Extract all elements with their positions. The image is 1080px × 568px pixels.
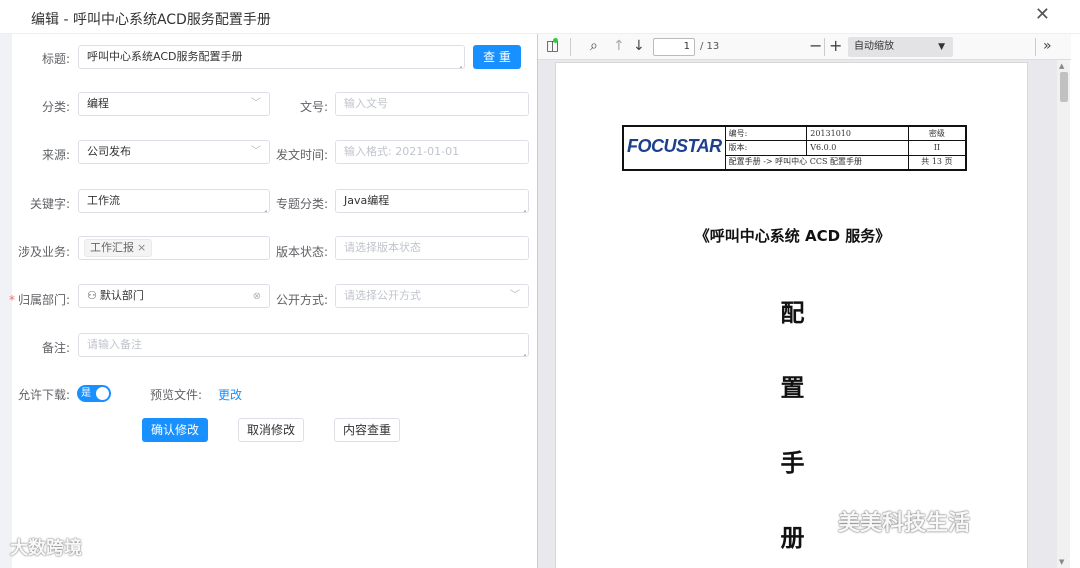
resize-handle-icon[interactable] [520,349,527,356]
publish-time-label: 发文时间: [275,148,328,162]
cancel-button[interactable]: 取消修改 [238,418,304,442]
scroll-up-icon[interactable]: ▲ [1059,62,1064,70]
title-input-value: 呼叫中心系统ACD服务配置手册 [87,50,243,63]
keywords-input[interactable]: 工作流 [78,189,270,213]
publish-time-placeholder: 输入格式: 2021-01-01 [344,145,460,158]
vertical-title-char: 手 [780,448,805,477]
visibility-label: 公开方式: [275,293,328,307]
header-cell: 编号: [724,125,808,142]
confirm-button[interactable]: 确认修改 [142,418,208,442]
tag-close-icon[interactable]: × [137,241,146,254]
watermark-right: 美美科技生活 [838,511,971,536]
version-status-label: 版本状态: [275,245,328,259]
category-value: 编程 [87,97,109,110]
vertical-title-char: 置 [780,373,805,402]
business-tag: 工作汇报 × [84,239,153,257]
version-status-placeholder: 请选择版本状态 [344,241,421,254]
toolbar-separator [570,38,571,56]
category-label: 分类: [41,100,70,114]
pdf-canvas[interactable]: FOCUSTAR 编号: 20131010 密级 版本: V6.0.0 II 配… [538,60,1058,568]
pdf-scrollbar[interactable]: ▲ ▼ [1057,60,1070,568]
visibility-select[interactable]: 请选择公开方式 ﹀ [335,284,529,308]
header-cell: 配置手册 -> 呼叫中心 CCS 配置手册 [724,154,909,171]
company-logo: FOCUSTAR [622,125,726,171]
zoom-in-icon[interactable]: + [829,38,842,54]
topic-input[interactable]: Java编程 [335,189,529,213]
header-cell: 密级 [907,125,967,142]
business-tag-label: 工作汇报 [90,241,134,254]
doc-no-placeholder: 输入文号 [344,97,388,110]
header-cell: 共 13 页 [907,154,967,171]
zoom-select[interactable]: 自动缩放 ▼ [848,37,953,57]
source-value: 公司发布 [87,145,131,158]
recheck-content-button[interactable]: 内容查重 [334,418,400,442]
preview-file-label: 预览文件: [149,388,202,402]
zoom-value: 自动缩放 [854,41,894,52]
toggle-text: 是 [81,388,91,399]
required-mark: * [8,293,15,307]
pdf-page: FOCUSTAR 编号: 20131010 密级 版本: V6.0.0 II 配… [555,62,1028,568]
close-icon[interactable]: ✕ [1035,6,1050,24]
pdf-toolbar: ◫ ⌕ ↑ ↓ 1 / 13 − + 自动缩放 ▼ » [538,34,1071,60]
department-label: * 归属部门: [0,291,70,308]
logo-text: FOCUSTAR [627,136,722,156]
vertical-title-char: 配 [780,298,805,327]
resize-handle-icon[interactable] [520,205,527,212]
allow-download-toggle[interactable]: 是 [77,385,111,402]
document-title: 《呼叫中心系统 ACD 服务》 [694,227,891,245]
keywords-value: 工作流 [87,194,120,207]
page-number-input[interactable]: 1 [653,38,695,56]
notification-dot [553,38,558,43]
zoom-out-icon[interactable]: − [809,38,822,54]
category-select[interactable]: 编程 ﹀ [78,92,270,116]
header-cell: II [907,140,967,156]
dialog-title: 编辑 - 呼叫中心系统ACD服务配置手册 [31,12,271,28]
pdf-viewer: ◫ ⌕ ↑ ↓ 1 / 13 − + 自动缩放 ▼ » FOCUSTAR 编号: … [537,34,1071,568]
remark-input[interactable]: 请输入备注 [78,333,529,357]
more-tools-icon[interactable]: » [1043,38,1052,54]
title-label: 标题: [41,52,70,66]
edit-dialog: 编辑 - 呼叫中心系统ACD服务配置手册 ✕ 标题: 呼叫中心系统ACD服务配置… [0,0,1080,568]
scroll-down-icon[interactable]: ▼ [1059,558,1064,566]
publish-time-input[interactable]: 输入格式: 2021-01-01 [335,140,529,164]
business-label: 涉及业务: [17,245,70,259]
header-cell: 版本: [724,140,808,156]
org-tree-icon: ⚇ [87,289,97,302]
doc-header-table: FOCUSTAR 编号: 20131010 密级 版本: V6.0.0 II 配… [622,125,967,171]
toolbar-separator [824,38,825,56]
page-total: / 13 [700,41,720,52]
doc-no-input[interactable]: 输入文号 [335,92,529,116]
resize-handle-icon[interactable] [456,61,463,68]
watermark-left: 大数跨境 [10,538,82,559]
keywords-label: 关键字: [29,197,70,211]
header-cell: V6.0.0 [806,140,909,156]
source-label: 来源: [41,148,70,162]
source-select[interactable]: 公司发布 ﹀ [78,140,270,164]
remark-placeholder: 请输入备注 [87,338,142,351]
change-file-link[interactable]: 更改 [218,386,242,403]
toggle-knob [96,387,109,400]
doc-no-label: 文号: [299,100,328,114]
arrow-up-icon[interactable]: ↑ [613,38,625,54]
topic-value: Java编程 [344,194,390,207]
dialog-header: 编辑 - 呼叫中心系统ACD服务配置手册 ✕ [0,0,1080,34]
business-select[interactable]: 工作汇报 × [78,236,270,260]
visibility-placeholder: 请选择公开方式 [344,289,421,302]
allow-download-label: 允许下载: [17,388,70,402]
arrow-down-icon[interactable]: ↓ [633,38,645,54]
chevron-down-icon: ﹀ [510,290,520,301]
department-select[interactable]: ⚇ 默认部门 ⊗ [78,284,270,308]
department-value: 默认部门 [99,289,144,302]
remark-label: 备注: [41,341,70,355]
scrollbar-thumb[interactable] [1060,72,1068,102]
title-input[interactable]: 呼叫中心系统ACD服务配置手册 [78,45,465,69]
chevron-down-icon: ▼ [938,42,945,52]
header-cell: 20131010 [806,125,909,142]
topic-label: 专题分类: [275,197,328,211]
version-status-select[interactable]: 请选择版本状态 [335,236,529,260]
check-duplicate-button[interactable]: 查 重 [473,45,521,69]
toolbar-separator [1035,38,1036,56]
department-label-text: 归属部门: [17,293,70,307]
search-icon[interactable]: ⌕ [590,38,598,54]
